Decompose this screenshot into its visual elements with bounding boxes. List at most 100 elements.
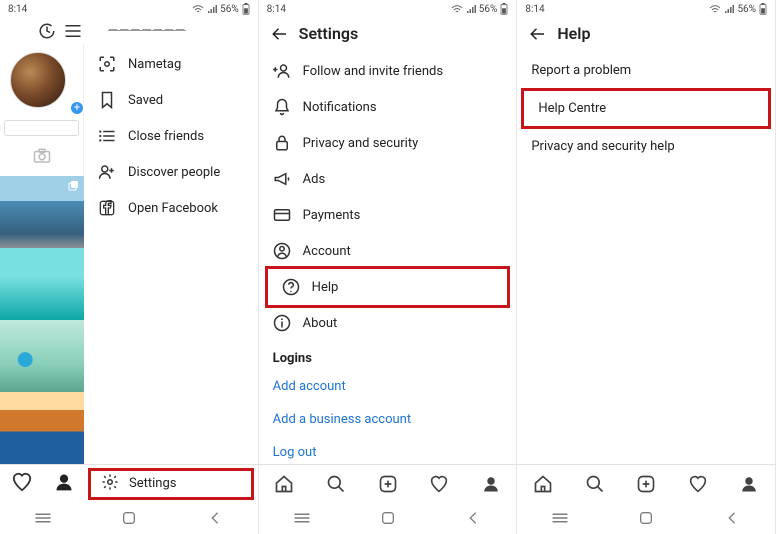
settings-item-help[interactable]: Help — [265, 266, 511, 308]
sys-home-icon[interactable] — [635, 507, 657, 529]
add-story-icon[interactable]: + — [69, 100, 85, 116]
back-icon[interactable] — [271, 25, 289, 43]
settings-item-notifications[interactable]: Notifications — [259, 89, 517, 125]
signal-icon — [207, 4, 217, 14]
post-thumbnail[interactable] — [0, 248, 84, 320]
settings-icon — [101, 473, 119, 495]
username-label: ——————— — [96, 19, 198, 44]
panel-help: 8:14 56% Help Report a problem Help Cent… — [517, 0, 776, 534]
sys-back-icon[interactable] — [721, 507, 743, 529]
sys-recent-icon[interactable] — [549, 507, 571, 529]
facebook-icon — [98, 199, 116, 217]
settings-item-about[interactable]: About — [259, 305, 517, 341]
post-thumbnail[interactable] — [0, 176, 84, 248]
profile-search-placeholder[interactable] — [4, 120, 79, 136]
bell-icon — [273, 98, 291, 116]
post-thumbnail[interactable] — [0, 392, 84, 464]
help-icon — [282, 278, 300, 296]
carousel-icon — [68, 180, 80, 192]
status-battery: 56% — [479, 4, 498, 15]
help-item-label: Report a problem — [531, 63, 631, 78]
drawer-item-discover[interactable]: Discover people — [84, 154, 258, 190]
nav-add-icon[interactable] — [377, 473, 399, 495]
settings-item-label: About — [303, 316, 338, 331]
wifi-icon — [192, 4, 204, 14]
system-nav — [259, 502, 517, 534]
nav-activity-icon[interactable] — [428, 473, 450, 495]
settings-item-payments[interactable]: Payments — [259, 197, 517, 233]
nav-search-icon[interactable] — [584, 473, 606, 495]
settings-item-ads[interactable]: Ads — [259, 161, 517, 197]
nav-add-icon[interactable] — [635, 473, 657, 495]
nav-activity-icon[interactable] — [11, 472, 33, 496]
add-friend-icon — [273, 62, 291, 80]
settings-item-label: Ads — [303, 172, 326, 187]
nav-home-icon[interactable] — [532, 473, 554, 495]
signal-icon — [466, 4, 476, 14]
settings-item-label: Payments — [303, 208, 361, 223]
nametag-icon — [98, 55, 116, 73]
help-title: Help — [557, 24, 590, 43]
sys-back-icon[interactable] — [204, 507, 226, 529]
panel1-topbar: ——————— — [0, 18, 258, 44]
sys-back-icon[interactable] — [462, 507, 484, 529]
sys-recent-icon[interactable] — [32, 507, 54, 529]
nav-profile-icon[interactable] — [738, 473, 760, 495]
link-log-out[interactable]: Log out — [259, 436, 517, 464]
link-add-account[interactable]: Add account — [259, 370, 517, 403]
system-nav — [517, 502, 775, 534]
drawer-item-label: Open Facebook — [128, 201, 218, 216]
system-nav — [0, 502, 258, 534]
nav-profile-icon[interactable] — [54, 472, 74, 496]
status-battery: 56% — [220, 4, 239, 15]
drawer-item-facebook[interactable]: Open Facebook — [84, 190, 258, 226]
drawer-item-nametag[interactable]: Nametag — [84, 46, 258, 82]
link-add-business[interactable]: Add a business account — [259, 403, 517, 436]
account-icon — [273, 242, 291, 260]
status-battery: 56% — [737, 4, 756, 15]
status-bar: 8:14 56% — [0, 0, 258, 18]
avatar[interactable] — [10, 52, 66, 108]
drawer-item-saved[interactable]: Saved — [84, 82, 258, 118]
hamburger-icon[interactable] — [64, 24, 82, 38]
wifi-icon — [451, 4, 463, 14]
nav-search-icon[interactable] — [325, 473, 347, 495]
post-thumbnail[interactable] — [0, 320, 84, 392]
help-item-label: Help Centre — [538, 101, 606, 116]
lock-icon — [273, 134, 291, 152]
back-icon[interactable] — [529, 25, 547, 43]
nav-activity-icon[interactable] — [687, 473, 709, 495]
battery-icon — [242, 3, 250, 15]
discover-people-icon — [98, 163, 116, 181]
battery-icon — [500, 3, 508, 15]
help-item-report[interactable]: Report a problem — [517, 53, 775, 88]
bookmark-icon — [98, 91, 116, 109]
help-list: Report a problem Help Centre Privacy and… — [517, 53, 775, 464]
activity-icon[interactable] — [38, 22, 56, 40]
help-item-privacy-help[interactable]: Privacy and security help — [517, 129, 775, 164]
megaphone-icon — [273, 170, 291, 188]
nav-home-icon[interactable] — [273, 473, 295, 495]
sys-home-icon[interactable] — [377, 507, 399, 529]
drawer-item-close-friends[interactable]: Close friends — [84, 118, 258, 154]
sys-recent-icon[interactable] — [291, 507, 313, 529]
status-time: 8:14 — [525, 4, 544, 15]
help-header: Help — [517, 18, 775, 53]
instagram-nav — [259, 464, 517, 502]
profile-strip: + — [0, 44, 84, 464]
battery-icon — [759, 3, 767, 15]
tagged-tab-icon[interactable] — [0, 144, 83, 176]
settings-item-follow-invite[interactable]: Follow and invite friends — [259, 53, 517, 89]
sys-home-icon[interactable] — [118, 507, 140, 529]
instagram-nav — [517, 464, 775, 502]
help-item-help-centre[interactable]: Help Centre — [521, 88, 771, 129]
drawer-item-settings[interactable]: Settings — [88, 468, 254, 500]
nav-profile-icon[interactable] — [480, 473, 502, 495]
settings-title: Settings — [299, 24, 359, 43]
settings-item-account[interactable]: Account — [259, 233, 517, 269]
panel1-bottom: Settings — [0, 464, 258, 502]
settings-item-privacy[interactable]: Privacy and security — [259, 125, 517, 161]
info-icon — [273, 314, 291, 332]
list-icon — [98, 127, 116, 145]
signal-icon — [724, 4, 734, 14]
